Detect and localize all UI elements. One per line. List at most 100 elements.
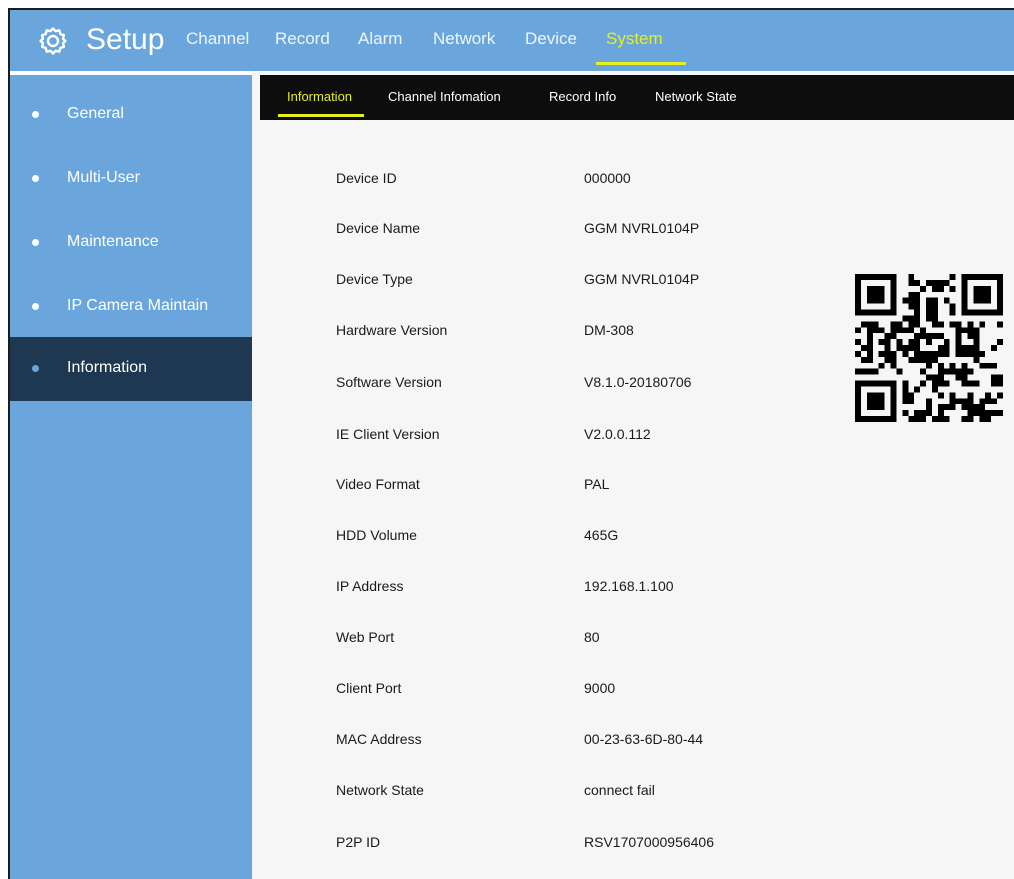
qr-module bbox=[914, 309, 921, 316]
qr-module bbox=[896, 339, 903, 346]
qr-module bbox=[914, 321, 921, 328]
tab-network[interactable]: Network bbox=[433, 26, 495, 52]
qr-module bbox=[902, 345, 909, 351]
qr-module bbox=[955, 333, 962, 340]
qr-module bbox=[967, 404, 974, 411]
qr-module bbox=[937, 350, 944, 357]
qr-module bbox=[890, 333, 897, 340]
tab-record-info[interactable]: Record Info bbox=[549, 88, 616, 106]
qr-module bbox=[860, 345, 867, 351]
qr-module bbox=[991, 410, 998, 417]
info-value-ie-client-version: V2.0.0.112 bbox=[584, 426, 651, 442]
tab-channel[interactable]: Channel bbox=[186, 26, 249, 52]
tab-information[interactable]: Information bbox=[287, 88, 352, 106]
qr-module bbox=[866, 327, 873, 334]
qr-module bbox=[943, 368, 950, 375]
sidebar-item-general[interactable]: General bbox=[10, 83, 252, 147]
qr-module bbox=[931, 315, 938, 322]
qr-module bbox=[967, 350, 974, 357]
sidebar-item-multi-user[interactable]: Multi-User bbox=[10, 147, 252, 211]
qr-module bbox=[943, 350, 950, 357]
qr-module bbox=[908, 356, 915, 363]
qr-module bbox=[931, 297, 938, 304]
tab-device[interactable]: Device bbox=[525, 26, 577, 52]
qr-module bbox=[926, 339, 932, 346]
qr-module bbox=[926, 410, 932, 417]
qr-module bbox=[926, 356, 932, 363]
bullet-icon bbox=[32, 175, 39, 182]
qr-module bbox=[961, 416, 968, 422]
qr-module bbox=[920, 410, 927, 417]
qr-module bbox=[937, 374, 944, 381]
info-value-mac-address: 00-23-63-6D-80-44 bbox=[584, 731, 704, 747]
info-label-p2p-id: P2P ID bbox=[336, 834, 381, 850]
tab-record[interactable]: Record bbox=[275, 26, 330, 52]
qr-module bbox=[914, 350, 921, 357]
info-label-device-id: Device ID bbox=[336, 170, 397, 186]
qr-module bbox=[985, 410, 992, 417]
qr-module bbox=[920, 350, 927, 357]
qr-module bbox=[914, 386, 921, 393]
tab-network-state[interactable]: Network State bbox=[655, 88, 737, 106]
qr-module bbox=[866, 333, 873, 340]
qr-module bbox=[920, 333, 927, 340]
gear-icon[interactable] bbox=[38, 26, 68, 56]
tab-channel-information[interactable]: Channel Infomation bbox=[388, 88, 501, 106]
qr-module bbox=[902, 350, 909, 357]
qr-module bbox=[878, 362, 885, 369]
qr-module bbox=[908, 274, 915, 280]
sidebar-item-label: Information bbox=[67, 359, 148, 376]
qr-module bbox=[937, 380, 944, 387]
qr-module bbox=[931, 321, 938, 328]
sidebar-item-maintenance[interactable]: Maintenance bbox=[10, 211, 252, 275]
qr-module bbox=[931, 303, 938, 310]
qr-module bbox=[926, 297, 932, 304]
qr-module bbox=[908, 398, 915, 405]
qr-code-icon bbox=[855, 274, 1003, 422]
qr-module bbox=[961, 368, 968, 375]
qr-module bbox=[872, 368, 879, 375]
qr-module bbox=[943, 380, 950, 387]
qr-module bbox=[967, 380, 974, 387]
qr-module bbox=[937, 392, 944, 399]
qr-module bbox=[896, 327, 903, 334]
qr-module bbox=[914, 291, 921, 298]
qr-module bbox=[931, 350, 938, 357]
qr-module bbox=[967, 321, 974, 328]
qr-module bbox=[902, 392, 909, 399]
info-value-web-port: 80 bbox=[584, 629, 600, 645]
tab-system[interactable]: System bbox=[606, 26, 663, 52]
qr-module bbox=[955, 374, 962, 381]
qr-module bbox=[997, 339, 1003, 346]
info-value-client-port: 9000 bbox=[584, 680, 616, 696]
qr-module bbox=[955, 350, 962, 357]
qr-module bbox=[872, 327, 879, 334]
info-value-device-name: GGM NVRL0104P bbox=[584, 220, 700, 236]
qr-module bbox=[884, 345, 891, 351]
info-value-software-version: V8.1.0-20180706 bbox=[584, 374, 692, 390]
qr-module bbox=[931, 279, 938, 286]
qr-module bbox=[866, 345, 873, 351]
qr-module bbox=[920, 327, 927, 334]
qr-module bbox=[985, 398, 992, 405]
sidebar-item-ip-camera-maintain[interactable]: IP Camera Maintain bbox=[10, 275, 252, 339]
info-label-web-port: Web Port bbox=[336, 629, 395, 645]
qr-module bbox=[855, 350, 861, 357]
qr-module bbox=[991, 380, 998, 387]
qr-module bbox=[949, 362, 956, 369]
qr-module bbox=[955, 368, 962, 375]
top-navigation-bar: Setup Channel Record Alarm Network Devic… bbox=[10, 10, 1014, 71]
tab-alarm[interactable]: Alarm bbox=[358, 26, 402, 52]
qr-module bbox=[908, 416, 915, 422]
qr-module bbox=[979, 398, 986, 405]
qr-module bbox=[979, 321, 986, 328]
qr-module bbox=[902, 315, 909, 322]
sidebar-item-label: IP Camera Maintain bbox=[67, 297, 209, 314]
qr-module bbox=[955, 339, 962, 346]
qr-module bbox=[931, 333, 938, 340]
sidebar-item-information[interactable]: Information bbox=[10, 337, 252, 401]
qr-module bbox=[908, 291, 915, 298]
info-label-device-name: Device Name bbox=[336, 220, 421, 236]
qr-module bbox=[926, 404, 932, 411]
qr-module bbox=[884, 350, 891, 357]
